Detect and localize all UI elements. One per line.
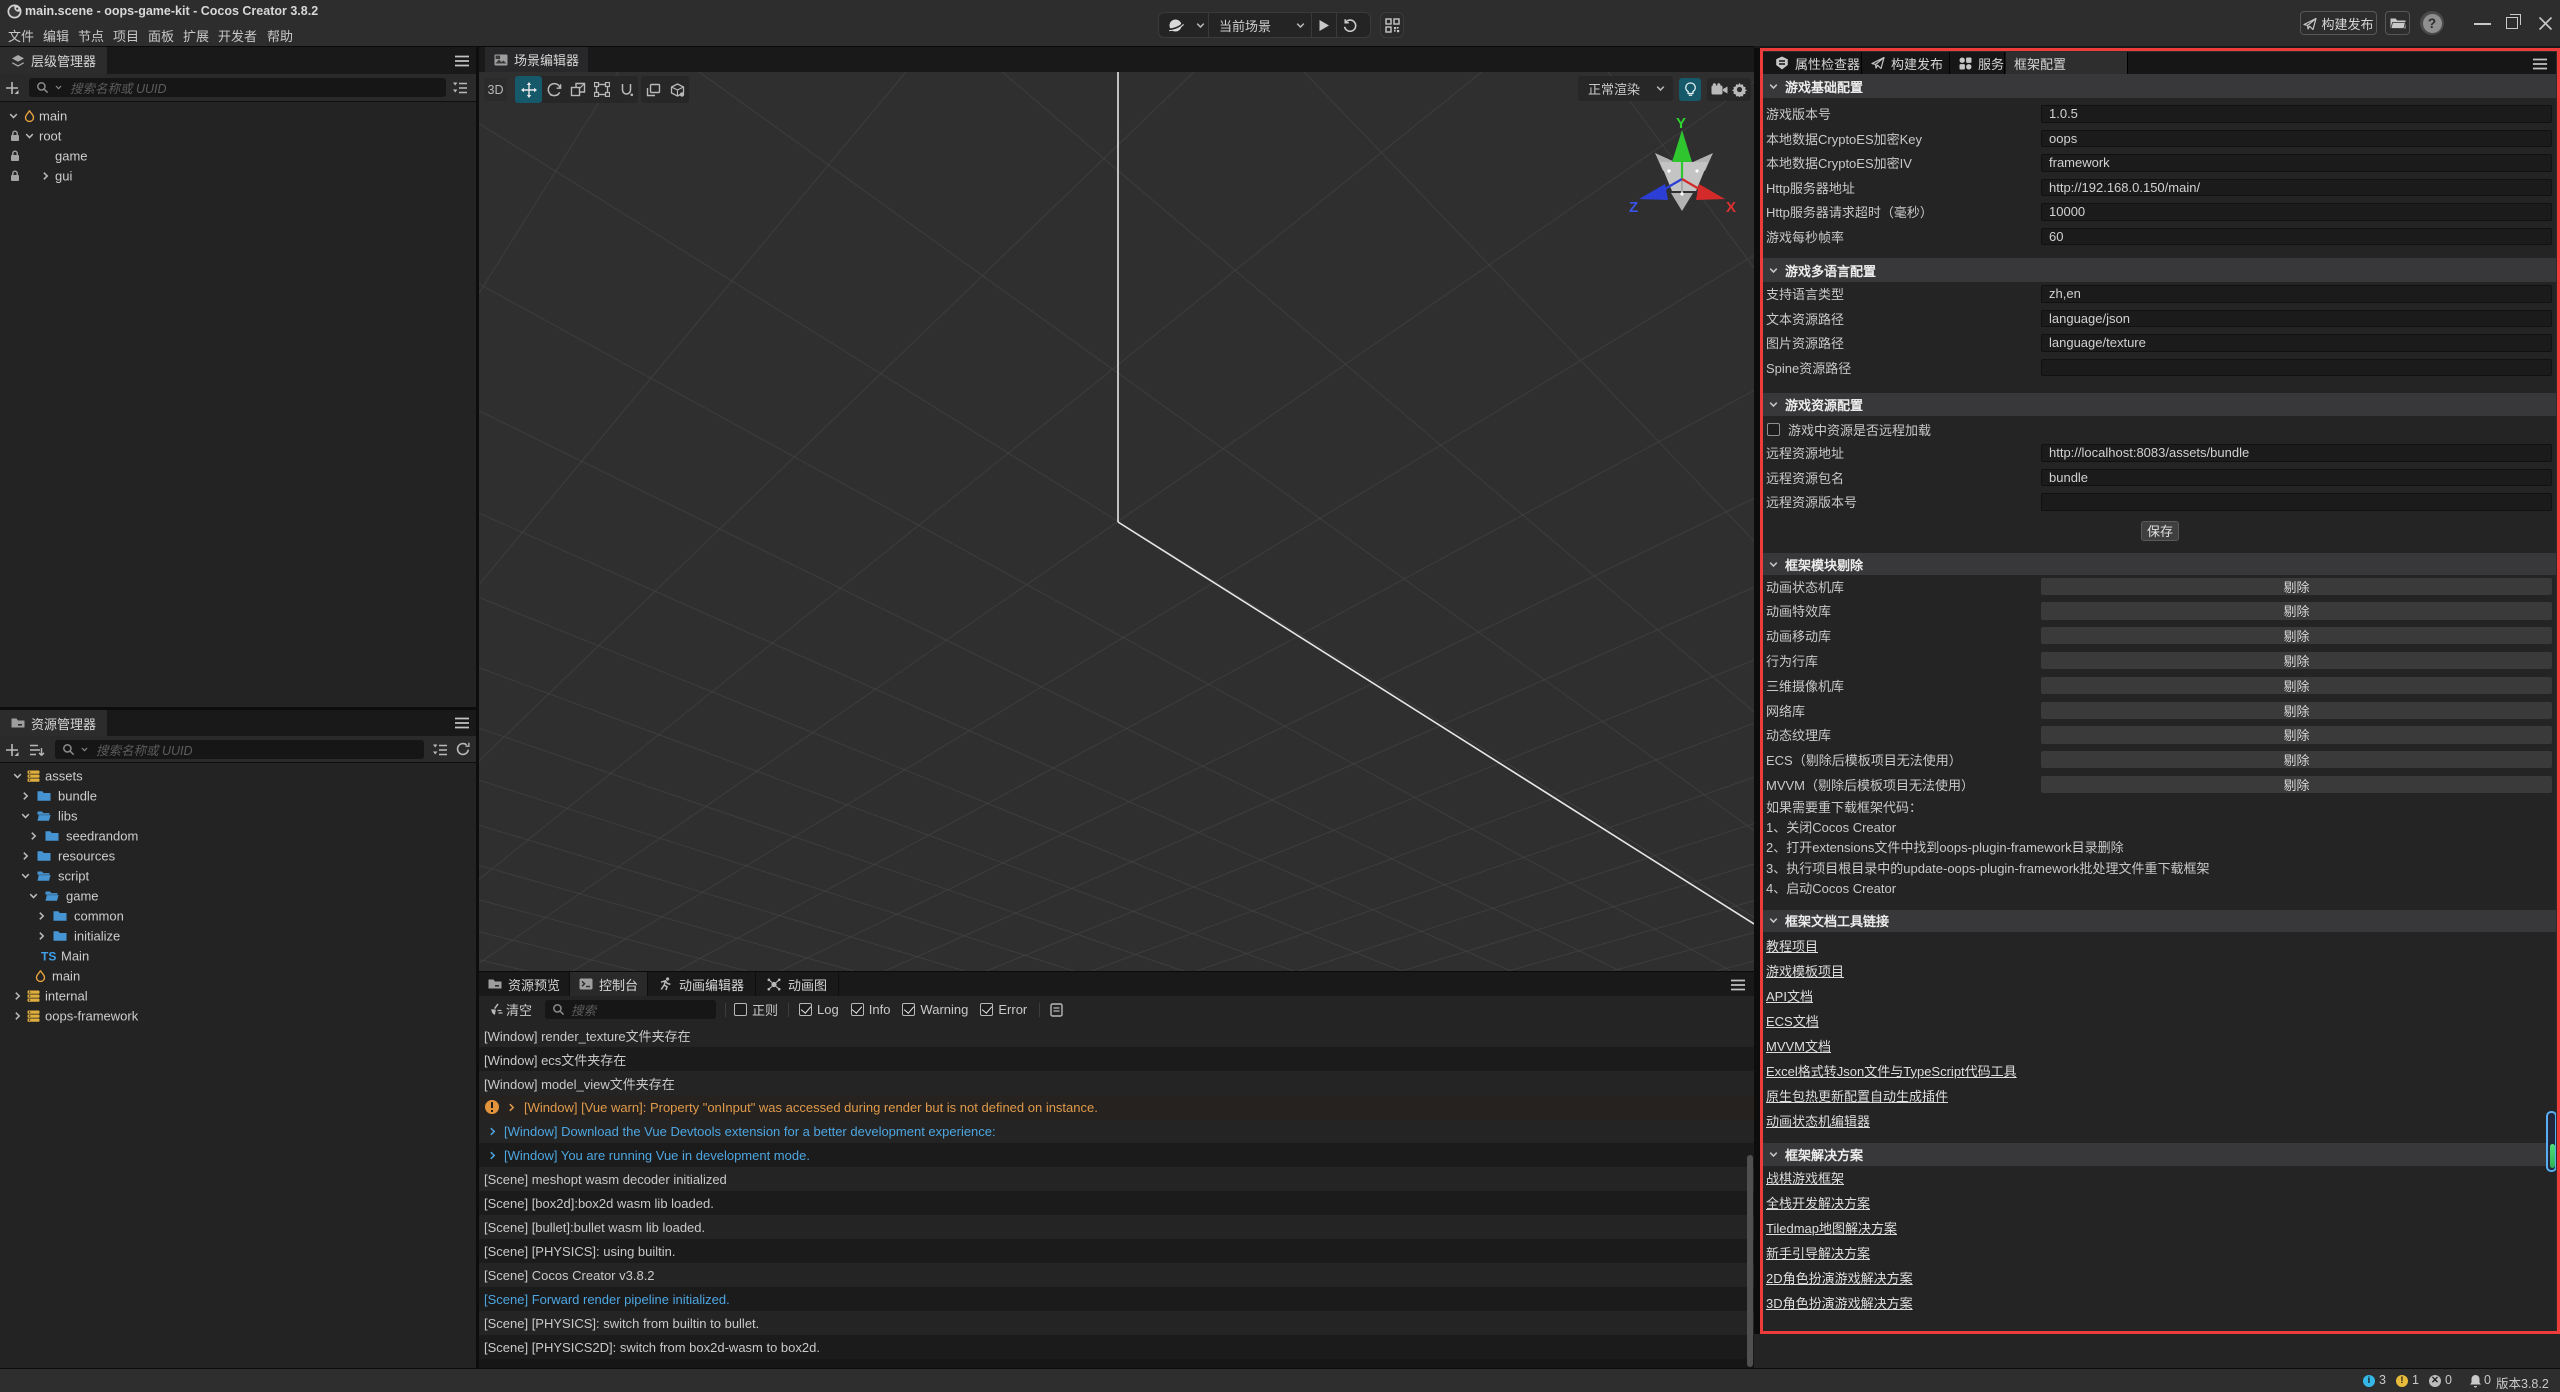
svg-text:Y: Y <box>1676 115 1686 132</box>
svg-text:Z: Z <box>1629 199 1638 215</box>
svg-text:X: X <box>1726 199 1736 215</box>
